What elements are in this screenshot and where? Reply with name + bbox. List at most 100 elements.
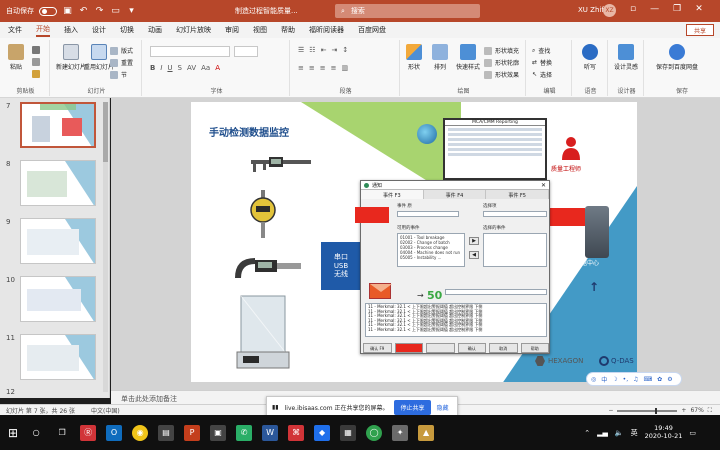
tray-expand-icon[interactable]: ⌃ bbox=[584, 429, 590, 437]
event-field[interactable] bbox=[397, 211, 459, 217]
alert-button[interactable] bbox=[394, 343, 423, 353]
pdf-icon[interactable]: ⌘ bbox=[288, 424, 305, 441]
windows-start-icon[interactable]: ⊞ bbox=[8, 426, 18, 440]
autosave-toggle[interactable] bbox=[39, 6, 57, 16]
replace-button[interactable]: ⇄ 替换 bbox=[532, 58, 552, 67]
cut-button[interactable] bbox=[32, 46, 40, 54]
moon-icon[interactable]: ☽ bbox=[612, 376, 617, 383]
redo-icon[interactable]: ↷ bbox=[94, 6, 105, 17]
save-icon[interactable]: ▣ bbox=[62, 6, 73, 17]
format-painter-button[interactable] bbox=[32, 70, 40, 78]
align-center-icon[interactable]: ≡ bbox=[309, 64, 315, 72]
slideshow-icon[interactable]: ▭ bbox=[110, 6, 121, 17]
micrometer-image[interactable] bbox=[231, 254, 303, 282]
strikethrough-icon[interactable]: S bbox=[178, 64, 182, 72]
tab-transitions[interactable]: 切换 bbox=[120, 25, 134, 35]
outlook-icon[interactable]: O bbox=[106, 424, 123, 441]
punctuation-icon[interactable]: •, bbox=[623, 376, 628, 383]
hide-button[interactable]: 隐藏 bbox=[437, 403, 449, 412]
balance-image[interactable] bbox=[235, 292, 291, 374]
stop-sharing-button[interactable]: 停止共享 bbox=[394, 399, 431, 415]
underline-icon[interactable]: U bbox=[167, 64, 172, 72]
align-left-icon[interactable]: ≡ bbox=[298, 64, 304, 72]
save-baidu-button[interactable]: 保存到百度网盘 bbox=[656, 44, 698, 71]
tab-design[interactable]: 设计 bbox=[92, 25, 106, 35]
shape-effects-button[interactable]: 形状效果 bbox=[484, 70, 519, 79]
copy-button[interactable] bbox=[32, 58, 40, 66]
remove-button[interactable]: ◀ bbox=[469, 251, 479, 259]
tab-slideshow[interactable]: 幻灯片放映 bbox=[176, 25, 211, 35]
ime-toolbar[interactable]: ◎ 中 ☽ •, ♫ ⌨ ✿ ⚙ bbox=[586, 372, 682, 386]
select-field[interactable] bbox=[483, 211, 547, 217]
events-list[interactable]: 01001 - Tool breakage 02002 - Change of … bbox=[397, 233, 465, 267]
volume-icon[interactable]: 🔈 bbox=[615, 429, 624, 437]
design-ideas-button[interactable]: 设计灵感 bbox=[614, 44, 638, 71]
tab-foxit[interactable]: 福昕阅读器 bbox=[309, 25, 344, 35]
tab-animations[interactable]: 动画 bbox=[148, 25, 162, 35]
skin-icon[interactable]: ✿ bbox=[657, 376, 662, 383]
font-name-field[interactable] bbox=[150, 46, 230, 57]
ribbon-options-icon[interactable]: ▫ bbox=[630, 4, 636, 14]
word-icon[interactable]: W bbox=[262, 424, 279, 441]
app-icon-dark[interactable]: ▦ bbox=[340, 424, 357, 441]
value-field[interactable] bbox=[445, 289, 547, 295]
shape-fill-button[interactable]: 形状填充 bbox=[484, 46, 519, 55]
tab-view[interactable]: 视图 bbox=[253, 25, 267, 35]
tab-file[interactable]: 文件 bbox=[8, 25, 22, 35]
zoom-level[interactable]: 67% bbox=[690, 407, 703, 414]
report-screenshot[interactable]: MCA/CMM Reporting bbox=[443, 118, 547, 180]
ok-button[interactable]: 确认 bbox=[457, 343, 486, 353]
language-indicator[interactable]: 中文(中国) bbox=[91, 406, 120, 415]
align-right-icon[interactable]: ≡ bbox=[320, 64, 326, 72]
undo-icon[interactable]: ↶ bbox=[78, 6, 89, 17]
close-icon[interactable]: ✕ bbox=[541, 182, 546, 189]
powerpoint-icon[interactable]: P bbox=[184, 424, 201, 441]
input-language[interactable]: 英 bbox=[631, 428, 638, 438]
maximize-icon[interactable]: ❐ bbox=[673, 4, 681, 14]
dialog-tab[interactable]: 事件 F4 bbox=[423, 190, 487, 199]
case-icon[interactable]: Aa bbox=[201, 64, 210, 72]
slide-thumbnail[interactable] bbox=[20, 102, 96, 148]
minimize-icon[interactable]: — bbox=[650, 4, 659, 14]
caliper-image[interactable] bbox=[249, 154, 313, 174]
share-button[interactable]: 共享 bbox=[686, 24, 714, 36]
font-size-field[interactable] bbox=[234, 46, 258, 57]
increase-indent-icon[interactable]: ⇥ bbox=[331, 46, 337, 54]
clock[interactable]: 19:49 2020-10-21 bbox=[645, 424, 683, 441]
layout-button[interactable]: 版式 bbox=[110, 46, 133, 55]
selected-list[interactable] bbox=[483, 233, 547, 267]
fit-slide-icon[interactable]: ⛶ bbox=[708, 407, 712, 415]
italic-icon[interactable]: I bbox=[160, 64, 162, 72]
new-slide-button[interactable]: 新建幻灯片 bbox=[56, 44, 86, 71]
help-button[interactable]: 帮助 bbox=[520, 343, 549, 353]
app-icon-gold[interactable]: ▲ bbox=[418, 424, 435, 441]
justify-icon[interactable]: ≡ bbox=[331, 64, 337, 72]
keyboard-icon[interactable]: ⌨ bbox=[644, 376, 653, 383]
settings-icon[interactable]: ⚙ bbox=[667, 376, 672, 383]
app-icon-green[interactable]: ◯ bbox=[366, 424, 383, 441]
ime-logo-icon[interactable]: ◎ bbox=[591, 376, 596, 383]
tab-insert[interactable]: 插入 bbox=[64, 25, 78, 35]
tab-help[interactable]: 帮助 bbox=[281, 25, 295, 35]
customize-icon[interactable]: ▾ bbox=[126, 6, 137, 17]
section-button[interactable]: 节 bbox=[110, 70, 127, 79]
shape-button[interactable]: 形状 bbox=[406, 44, 422, 71]
app-icon-blue[interactable]: ◆ bbox=[314, 424, 331, 441]
paste-button[interactable]: 粘贴 bbox=[8, 44, 24, 71]
slide-thumbnail[interactable] bbox=[20, 276, 96, 322]
notification-icon[interactable]: ▭ bbox=[689, 429, 696, 437]
close-icon[interactable]: ✕ bbox=[695, 4, 703, 14]
arrange-button[interactable]: 排列 bbox=[432, 44, 448, 71]
columns-icon[interactable]: ▥ bbox=[342, 64, 349, 72]
ime-language[interactable]: 中 bbox=[601, 375, 607, 384]
find-button[interactable]: ⌕ 查找 bbox=[532, 46, 550, 56]
zoom-in-icon[interactable]: + bbox=[681, 407, 686, 414]
avatar[interactable]: XZ bbox=[603, 4, 616, 17]
char-spacing-icon[interactable]: AV bbox=[187, 64, 196, 72]
select-button[interactable]: ↖ 选择 bbox=[532, 70, 552, 79]
bullets-icon[interactable]: ☰ bbox=[298, 46, 304, 54]
network-icon[interactable]: ▂▄ bbox=[597, 429, 608, 437]
slide-thumbnail[interactable] bbox=[20, 218, 96, 264]
slide-thumbnail[interactable] bbox=[20, 160, 96, 206]
log-list[interactable]: 11 - Merkmal: 32.1 < 上下限超出警报阈值 超出控制界限 下侧… bbox=[365, 303, 547, 337]
